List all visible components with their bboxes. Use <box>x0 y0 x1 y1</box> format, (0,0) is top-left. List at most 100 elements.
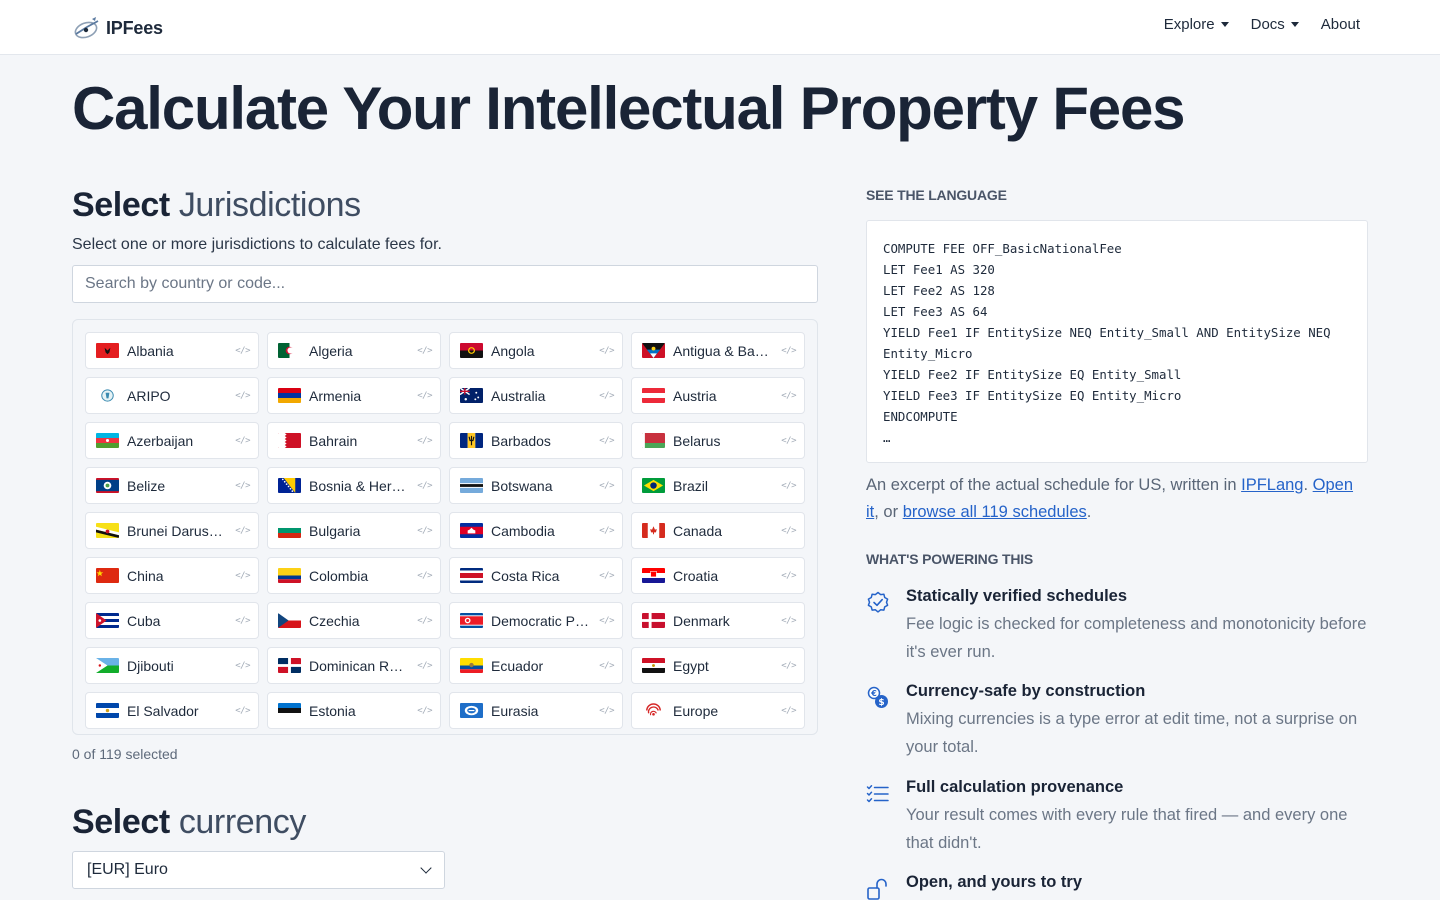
jurisdiction-label: Colombia <box>309 567 369 584</box>
jurisdiction-czechia-button[interactable]: Czechia </> <box>267 602 441 639</box>
jurisdiction-brunei-darussalam-button[interactable]: Brunei Darussalam </> <box>85 512 259 549</box>
code-view-icon[interactable]: </> <box>417 706 432 716</box>
jurisdiction-antigua-barbuda-button[interactable]: Antigua & Barbuda </> <box>631 332 805 369</box>
jurisdiction-angola-button[interactable]: Angola </> <box>449 332 623 369</box>
jurisdiction-algeria-button[interactable]: Algeria </> <box>267 332 441 369</box>
code-view-icon[interactable]: </> <box>781 616 796 626</box>
jurisdiction-canada-button[interactable]: Canada </> <box>631 512 805 549</box>
ipflang-link[interactable]: IPFLang <box>1241 476 1303 494</box>
currency-select[interactable]: [EUR] Euro <box>72 851 445 889</box>
code-view-icon[interactable]: </> <box>417 436 432 446</box>
jurisdiction-label: Brunei Darussalam <box>127 522 227 539</box>
jurisdiction-belize-button[interactable]: Belize </> <box>85 467 259 504</box>
code-view-icon[interactable]: </> <box>599 616 614 626</box>
jurisdiction-ecuador-button[interactable]: Ecuador </> <box>449 647 623 684</box>
code-view-icon[interactable]: </> <box>781 661 796 671</box>
jurisdiction-cambodia-button[interactable]: Cambodia </> <box>449 512 623 549</box>
code-view-icon[interactable]: </> <box>599 706 614 716</box>
jurisdiction-europe-button[interactable]: Europe </> <box>631 692 805 729</box>
jurisdiction-aripo-button[interactable]: ARIPO </> <box>85 377 259 414</box>
code-view-icon[interactable]: </> <box>417 346 432 356</box>
code-view-icon[interactable]: </> <box>235 526 250 536</box>
excerpt-sep: , or <box>874 503 903 521</box>
code-view-icon[interactable]: </> <box>599 481 614 491</box>
code-view-icon[interactable]: </> <box>235 571 250 581</box>
code-view-icon[interactable]: </> <box>781 346 796 356</box>
code-view-icon[interactable]: </> <box>417 391 432 401</box>
jurisdiction-estonia-button[interactable]: Estonia </> <box>267 692 441 729</box>
jurisdiction-belarus-button[interactable]: Belarus </> <box>631 422 805 459</box>
jurisdiction-el-salvador-button[interactable]: El Salvador </> <box>85 692 259 729</box>
excerpt-sep: . <box>1303 476 1313 494</box>
jurisdiction-label: ARIPO <box>127 387 171 404</box>
brunei-darussalam-flag-icon <box>96 523 119 538</box>
chevron-down-icon <box>420 862 432 874</box>
feature-title: Open, and yours to try <box>906 873 1083 891</box>
main-nav: Explore Docs About <box>1164 16 1360 33</box>
code-view-icon[interactable]: </> <box>417 526 432 536</box>
jurisdiction-china-button[interactable]: China </> <box>85 557 259 594</box>
code-view-icon[interactable]: </> <box>599 661 614 671</box>
code-view-icon[interactable]: </> <box>781 571 796 581</box>
code-view-icon[interactable]: </> <box>417 481 432 491</box>
code-view-icon[interactable]: </> <box>417 571 432 581</box>
jurisdiction-barbados-button[interactable]: Barbados </> <box>449 422 623 459</box>
jurisdiction-brazil-button[interactable]: Brazil </> <box>631 467 805 504</box>
jurisdiction-bulgaria-button[interactable]: Bulgaria </> <box>267 512 441 549</box>
jurisdiction-austria-button[interactable]: Austria </> <box>631 377 805 414</box>
jurisdiction-costa-rica-button[interactable]: Costa Rica </> <box>449 557 623 594</box>
jurisdiction-bahrain-button[interactable]: Bahrain </> <box>267 422 441 459</box>
code-view-icon[interactable]: </> <box>781 481 796 491</box>
code-view-icon[interactable]: </> <box>781 391 796 401</box>
code-view-icon[interactable]: </> <box>235 346 250 356</box>
nav-explore-dropdown[interactable]: Explore <box>1164 16 1229 33</box>
code-view-icon[interactable]: </> <box>235 481 250 491</box>
jurisdiction-colombia-button[interactable]: Colombia </> <box>267 557 441 594</box>
code-view-icon[interactable]: </> <box>235 706 250 716</box>
selection-count: 0 of 119 selected <box>72 746 178 762</box>
code-view-icon[interactable]: </> <box>781 526 796 536</box>
jurisdiction-croatia-button[interactable]: Croatia </> <box>631 557 805 594</box>
jurisdiction-democratic-people-s-republic-of-korea-button[interactable]: Democratic People's Republic of Korea </> <box>449 602 623 639</box>
nav-docs-dropdown[interactable]: Docs <box>1251 16 1299 33</box>
jurisdiction-egypt-button[interactable]: Egypt </> <box>631 647 805 684</box>
jurisdiction-albania-button[interactable]: Albania </> <box>85 332 259 369</box>
code-view-icon[interactable]: </> <box>599 571 614 581</box>
code-view-icon[interactable]: </> <box>599 346 614 356</box>
caret-down-icon <box>1290 22 1299 27</box>
code-view-icon[interactable]: </> <box>417 616 432 626</box>
jurisdiction-botswana-button[interactable]: Botswana </> <box>449 467 623 504</box>
jurisdiction-label: Angola <box>491 342 535 359</box>
code-view-icon[interactable]: </> <box>235 436 250 446</box>
jurisdiction-armenia-button[interactable]: Armenia </> <box>267 377 441 414</box>
code-view-icon[interactable]: </> <box>235 616 250 626</box>
code-view-icon[interactable]: </> <box>599 526 614 536</box>
belize-flag-icon <box>96 478 119 493</box>
jurisdiction-label: China <box>127 567 164 584</box>
jurisdiction-dominican-republic-button[interactable]: Dominican Republic </> <box>267 647 441 684</box>
czechia-flag-icon <box>278 613 301 628</box>
nav-about-link[interactable]: About <box>1321 16 1360 33</box>
code-view-icon[interactable]: </> <box>781 706 796 716</box>
brand-logo-link[interactable]: IPFees <box>72 15 163 41</box>
jurisdiction-denmark-button[interactable]: Denmark </> <box>631 602 805 639</box>
jurisdiction-cuba-button[interactable]: Cuba </> <box>85 602 259 639</box>
jurisdiction-bosnia-herzegovina-button[interactable]: Bosnia & Herzegovina </> <box>267 467 441 504</box>
browse-schedules-link[interactable]: browse all 119 schedules <box>903 503 1087 521</box>
code-view-icon[interactable]: </> <box>599 436 614 446</box>
bulgaria-flag-icon <box>278 523 301 538</box>
code-view-icon[interactable]: </> <box>599 391 614 401</box>
jurisdiction-search-input[interactable] <box>72 265 818 303</box>
jurisdiction-australia-button[interactable]: Australia </> <box>449 377 623 414</box>
jurisdiction-eurasia-button[interactable]: Eurasia </> <box>449 692 623 729</box>
code-view-icon[interactable]: </> <box>417 661 432 671</box>
verified-badge-icon <box>867 591 889 613</box>
code-view-icon[interactable]: </> <box>781 436 796 446</box>
code-view-icon[interactable]: </> <box>235 661 250 671</box>
jurisdiction-azerbaijan-button[interactable]: Azerbaijan </> <box>85 422 259 459</box>
jurisdiction-djibouti-button[interactable]: Djibouti </> <box>85 647 259 684</box>
jurisdiction-grid: Albania </> Algeria </> Angola </> Antigua & B… <box>85 332 805 729</box>
denmark-flag-icon <box>642 613 665 628</box>
jurisdictions-heading: Select Jurisdictions <box>72 186 361 225</box>
code-view-icon[interactable]: </> <box>235 391 250 401</box>
